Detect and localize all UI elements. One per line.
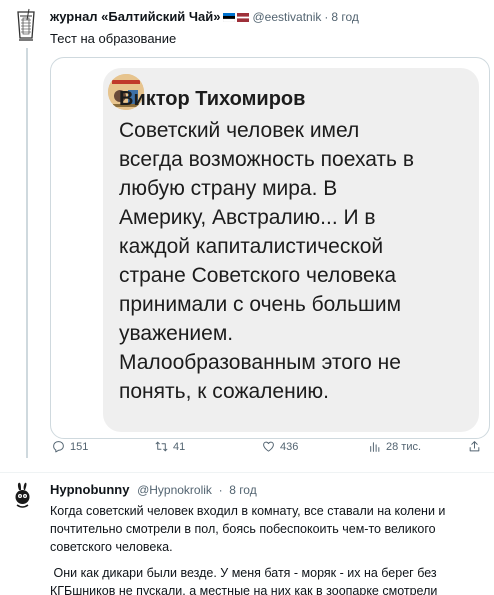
quote-author-name: Виктор Тихомиров	[119, 88, 306, 110]
like-button[interactable]: 436	[262, 440, 298, 453]
quote-line: стране Советского человека	[119, 264, 397, 287]
retweet-icon	[155, 441, 168, 452]
author-avatar[interactable]	[14, 8, 38, 44]
separator-dot: ·	[324, 10, 329, 24]
tweet-header: Hypnobunny @Hypnokrolik · 8 год	[50, 482, 257, 498]
tweet-text: Тест на образование	[50, 31, 177, 46]
share-icon	[469, 441, 480, 452]
quote-line: всегда возможность поехать в	[119, 148, 414, 171]
hypno-bunny-icon	[15, 482, 30, 508]
tweet-paragraph: Они как дикари были везде. У меня батя -…	[50, 566, 441, 595]
reply-count: 151	[70, 440, 89, 453]
tweet-paragraph: Когда советский человек входил в комнату…	[50, 504, 446, 554]
author-name[interactable]: Hypnobunny	[50, 482, 129, 497]
quote-line: каждой капиталистической	[119, 235, 384, 258]
tweet-timestamp[interactable]: 8 год	[229, 483, 257, 497]
tweet-reply: Hypnobunny @Hypnokrolik · 8 год Когда со…	[0, 473, 494, 595]
reply-icon	[53, 441, 64, 453]
retweet-count: 41	[173, 440, 186, 453]
retweet-button[interactable]: 41	[155, 440, 185, 453]
tea-glass-icon	[17, 8, 35, 41]
tweet-header: журнал «Балтийский Чай» @eestivatnik · 8…	[50, 9, 359, 25]
quote-line: понять, к сожалению.	[119, 380, 330, 403]
quote-line: Советский человек имел	[119, 119, 360, 142]
estonia-flag-icon	[222, 12, 235, 22]
author-name[interactable]: журнал «Балтийский Чай»	[50, 9, 221, 25]
quote-line: любую страну мира. В	[119, 177, 338, 200]
quote-text: Советский человек имел всегда возможност…	[119, 116, 479, 406]
tweet-actions: 151 41 436 28 тис.	[50, 440, 490, 458]
tweet-timestamp[interactable]: 8 год	[331, 9, 359, 25]
tweet-main: журнал «Балтийский Чай» @eestivatnik · 8…	[0, 0, 494, 472]
latvia-flag-icon	[236, 12, 249, 22]
thread-line	[26, 48, 28, 458]
quote-line: Америку, Австралию... И в	[119, 206, 376, 229]
separator-dot: ·	[218, 483, 223, 497]
quote-line: уважением.	[119, 322, 234, 345]
author-handle[interactable]: @Hypnokrolik	[137, 483, 212, 497]
share-button[interactable]	[468, 440, 486, 453]
view-count: 28 тис.	[386, 440, 422, 453]
quote-line: принимали с очень большим	[119, 293, 402, 316]
author-handle[interactable]: @eestivatnik	[253, 9, 322, 25]
tweet-text: Когда советский человек входил в комнату…	[50, 502, 490, 595]
tweet-media-image[interactable]: Виктор Тихомиров Советский человек имел …	[50, 57, 490, 439]
heart-icon	[263, 441, 274, 452]
views-button[interactable]: 28 тис.	[368, 440, 421, 453]
author-avatar[interactable]	[8, 481, 38, 511]
reply-button[interactable]: 151	[52, 440, 88, 453]
like-count: 436	[280, 440, 299, 453]
quote-line: Малообразованным этого не	[119, 351, 401, 374]
views-chart-icon	[370, 442, 380, 452]
